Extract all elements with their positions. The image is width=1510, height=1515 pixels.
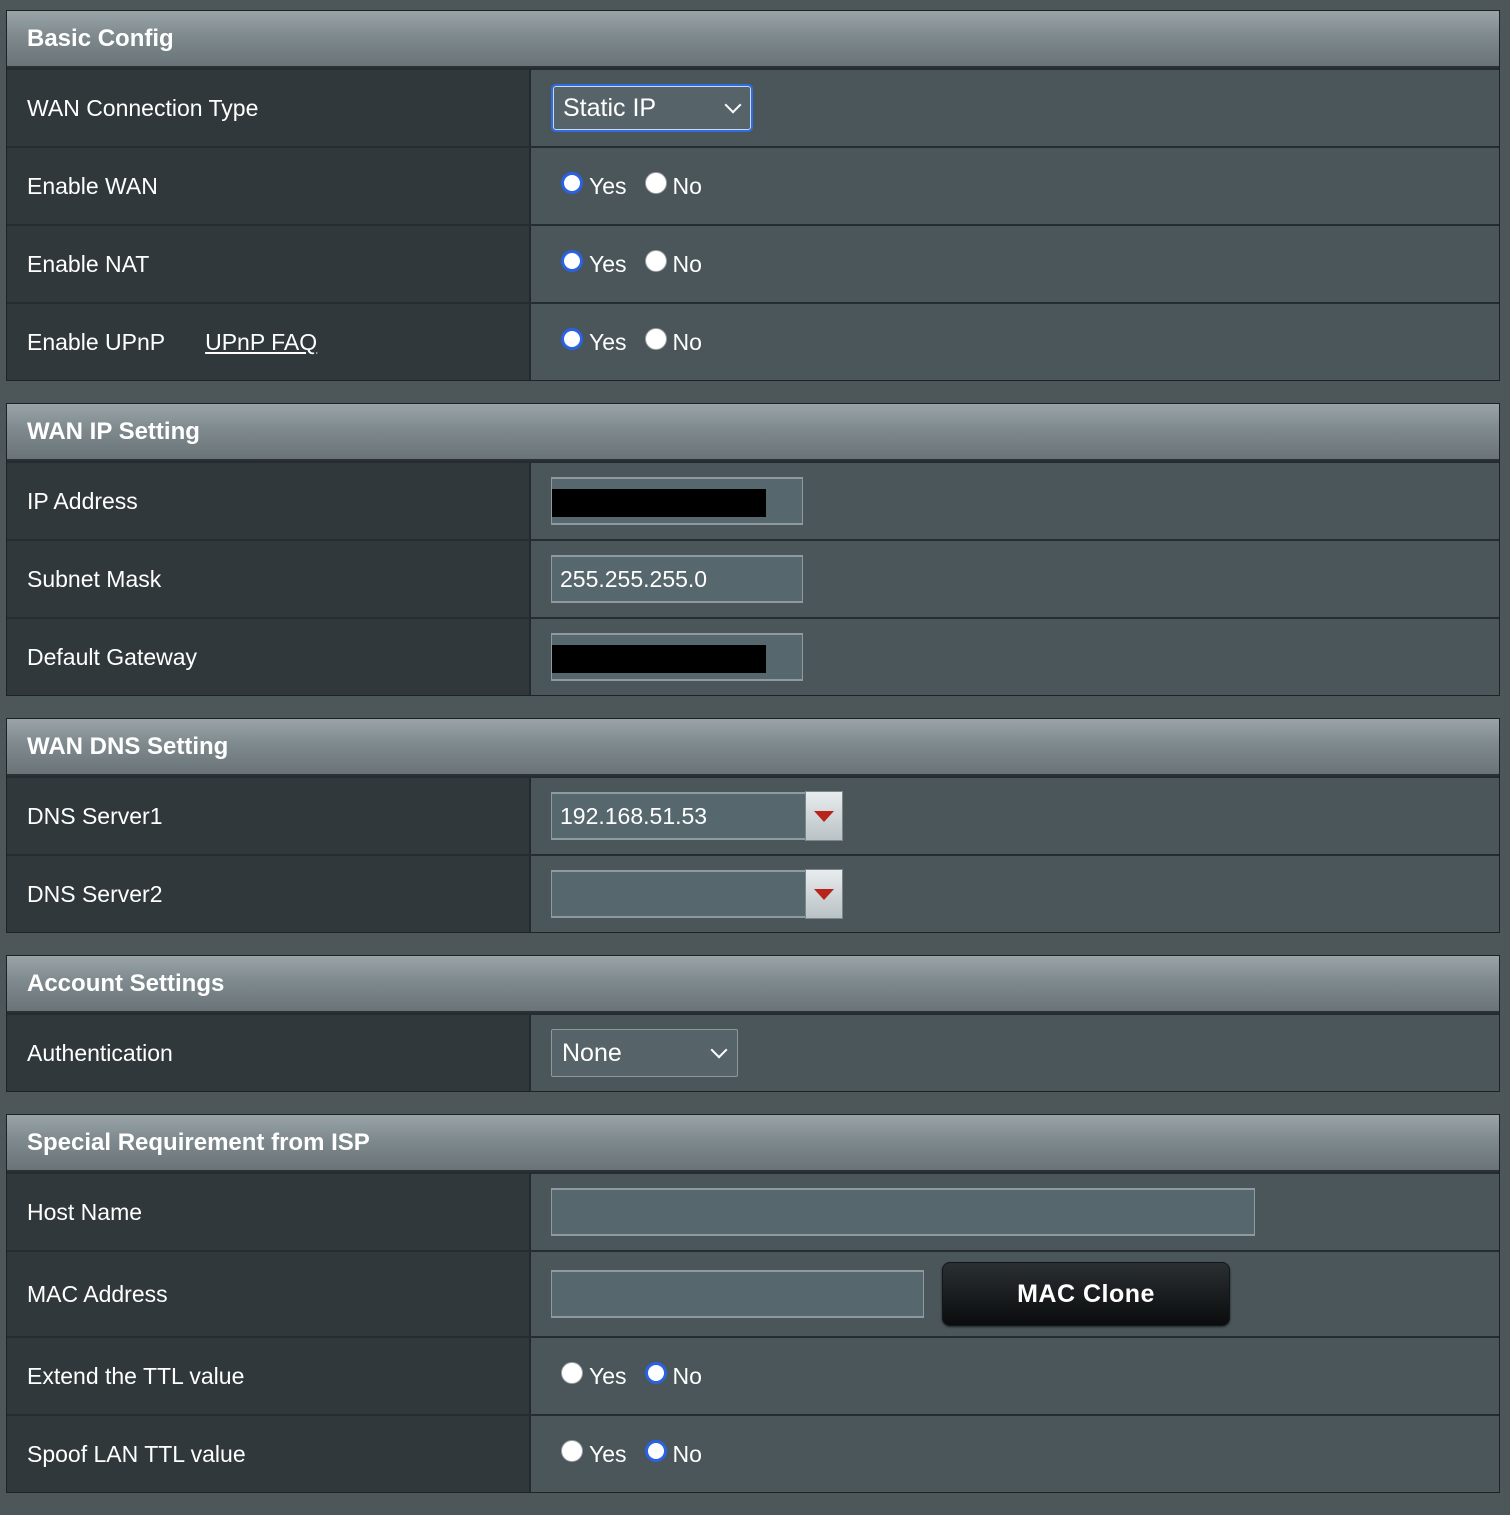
spoof-ttl-yes-radio[interactable] <box>561 1440 583 1462</box>
ip-address-input[interactable] <box>551 477 803 525</box>
upnp-faq-link[interactable]: UPnP FAQ <box>205 329 317 356</box>
dns-server1-value: 192.168.51.53 <box>560 802 708 829</box>
label-enable-wan: Enable WAN <box>7 148 531 224</box>
label-authentication: Authentication <box>7 1015 531 1091</box>
label-dns-server1: DNS Server1 <box>7 778 531 854</box>
enable-upnp-radio-group: Yes No <box>551 328 720 356</box>
enable-nat-yes-radio[interactable] <box>561 250 583 272</box>
redacted-block <box>552 489 766 517</box>
authentication-select[interactable]: None <box>551 1029 738 1077</box>
row-enable-upnp: Enable UPnP UPnP FAQ Yes No <box>7 302 1499 380</box>
label-enable-upnp: Enable UPnP UPnP FAQ <box>7 304 531 380</box>
radio-label-yes: Yes <box>589 1362 627 1389</box>
section-title-basic-config: Basic Config <box>7 11 1499 68</box>
enable-wan-radio-group: Yes No <box>551 172 720 200</box>
extend-ttl-radio-group: Yes No <box>551 1362 720 1390</box>
section-title-wan-dns: WAN DNS Setting <box>7 719 1499 776</box>
radio-label-yes: Yes <box>589 172 627 199</box>
account-settings-section: Account Settings Authentication None <box>6 955 1500 1092</box>
row-extend-ttl: Extend the TTL value Yes No <box>7 1336 1499 1414</box>
row-spoof-ttl: Spoof LAN TTL value Yes No <box>7 1414 1499 1492</box>
radio-label-yes: Yes <box>589 328 627 355</box>
enable-nat-no-radio[interactable] <box>644 250 667 272</box>
basic-config-section: Basic Config WAN Connection Type Static … <box>6 10 1500 381</box>
enable-upnp-yes-radio[interactable] <box>561 328 583 350</box>
row-dns-server2: DNS Server2 <box>7 854 1499 932</box>
label-enable-nat: Enable NAT <box>7 226 531 302</box>
default-gateway-input[interactable] <box>551 633 803 681</box>
radio-label-no: No <box>672 172 702 199</box>
wan-settings-form: Basic Config WAN Connection Type Static … <box>6 10 1500 1515</box>
dns-server2-combo <box>551 869 843 919</box>
subnet-mask-value: 255.255.255.0 <box>560 565 708 592</box>
radio-label-yes: Yes <box>589 250 627 277</box>
section-title-account: Account Settings <box>7 956 1499 1013</box>
mac-address-input[interactable] <box>551 1270 924 1318</box>
row-subnet-mask: Subnet Mask 255.255.255.0 <box>7 539 1499 617</box>
dns-server2-input[interactable] <box>551 870 805 918</box>
dns-server1-dropdown-button[interactable] <box>805 791 843 841</box>
label-subnet-mask: Subnet Mask <box>7 541 531 617</box>
label-mac-address: MAC Address <box>7 1252 531 1336</box>
section-title-isp: Special Requirement from ISP <box>7 1115 1499 1172</box>
label-host-name: Host Name <box>7 1174 531 1250</box>
label-ip-address: IP Address <box>7 463 531 539</box>
label-default-gateway: Default Gateway <box>7 619 531 695</box>
extend-ttl-no-radio[interactable] <box>644 1362 667 1384</box>
enable-nat-radio-group: Yes No <box>551 250 720 278</box>
wan-connection-type-select[interactable]: Static IP <box>551 84 753 132</box>
triangle-down-icon <box>814 888 834 900</box>
triangle-down-icon <box>814 810 834 822</box>
row-enable-nat: Enable NAT Yes No <box>7 224 1499 302</box>
host-name-input[interactable] <box>551 1188 1255 1236</box>
label-spoof-ttl: Spoof LAN TTL value <box>7 1416 531 1492</box>
row-dns-server1: DNS Server1 192.168.51.53 <box>7 776 1499 854</box>
dns-server1-input[interactable]: 192.168.51.53 <box>551 792 805 840</box>
wan-connection-type-value: Static IP <box>563 93 657 122</box>
extend-ttl-yes-radio[interactable] <box>561 1362 583 1384</box>
label-extend-ttl: Extend the TTL value <box>7 1338 531 1414</box>
mac-clone-button[interactable]: MAC Clone <box>942 1262 1230 1326</box>
row-authentication: Authentication None <box>7 1013 1499 1091</box>
spoof-ttl-radio-group: Yes No <box>551 1440 720 1468</box>
section-title-wan-ip: WAN IP Setting <box>7 404 1499 461</box>
radio-label-no: No <box>672 1440 702 1467</box>
dns-server2-dropdown-button[interactable] <box>805 869 843 919</box>
radio-label-yes: Yes <box>589 1440 627 1467</box>
isp-requirement-section: Special Requirement from ISP Host Name M… <box>6 1114 1500 1493</box>
row-host-name: Host Name <box>7 1172 1499 1250</box>
wan-ip-section: WAN IP Setting IP Address Subnet Mask 25… <box>6 403 1500 696</box>
row-default-gateway: Default Gateway <box>7 617 1499 695</box>
row-ip-address: IP Address <box>7 461 1499 539</box>
redacted-block <box>552 645 766 673</box>
row-mac-address: MAC Address MAC Clone <box>7 1250 1499 1336</box>
radio-label-no: No <box>672 328 702 355</box>
spoof-ttl-no-radio[interactable] <box>644 1440 667 1462</box>
authentication-value: None <box>562 1038 622 1067</box>
row-wan-connection-type: WAN Connection Type Static IP <box>7 68 1499 146</box>
chevron-down-icon <box>710 1041 728 1059</box>
chevron-down-icon <box>724 96 742 114</box>
label-wan-connection-type: WAN Connection Type <box>7 70 531 146</box>
radio-label-no: No <box>672 1362 702 1389</box>
subnet-mask-input[interactable]: 255.255.255.0 <box>551 555 803 603</box>
dns-server1-combo: 192.168.51.53 <box>551 791 843 841</box>
wan-dns-section: WAN DNS Setting DNS Server1 192.168.51.5… <box>6 718 1500 933</box>
enable-wan-no-radio[interactable] <box>644 172 667 194</box>
row-enable-wan: Enable WAN Yes No <box>7 146 1499 224</box>
label-dns-server2: DNS Server2 <box>7 856 531 932</box>
enable-upnp-no-radio[interactable] <box>644 328 667 350</box>
enable-wan-yes-radio[interactable] <box>561 172 583 194</box>
radio-label-no: No <box>672 250 702 277</box>
enable-upnp-text: Enable UPnP <box>27 328 166 355</box>
